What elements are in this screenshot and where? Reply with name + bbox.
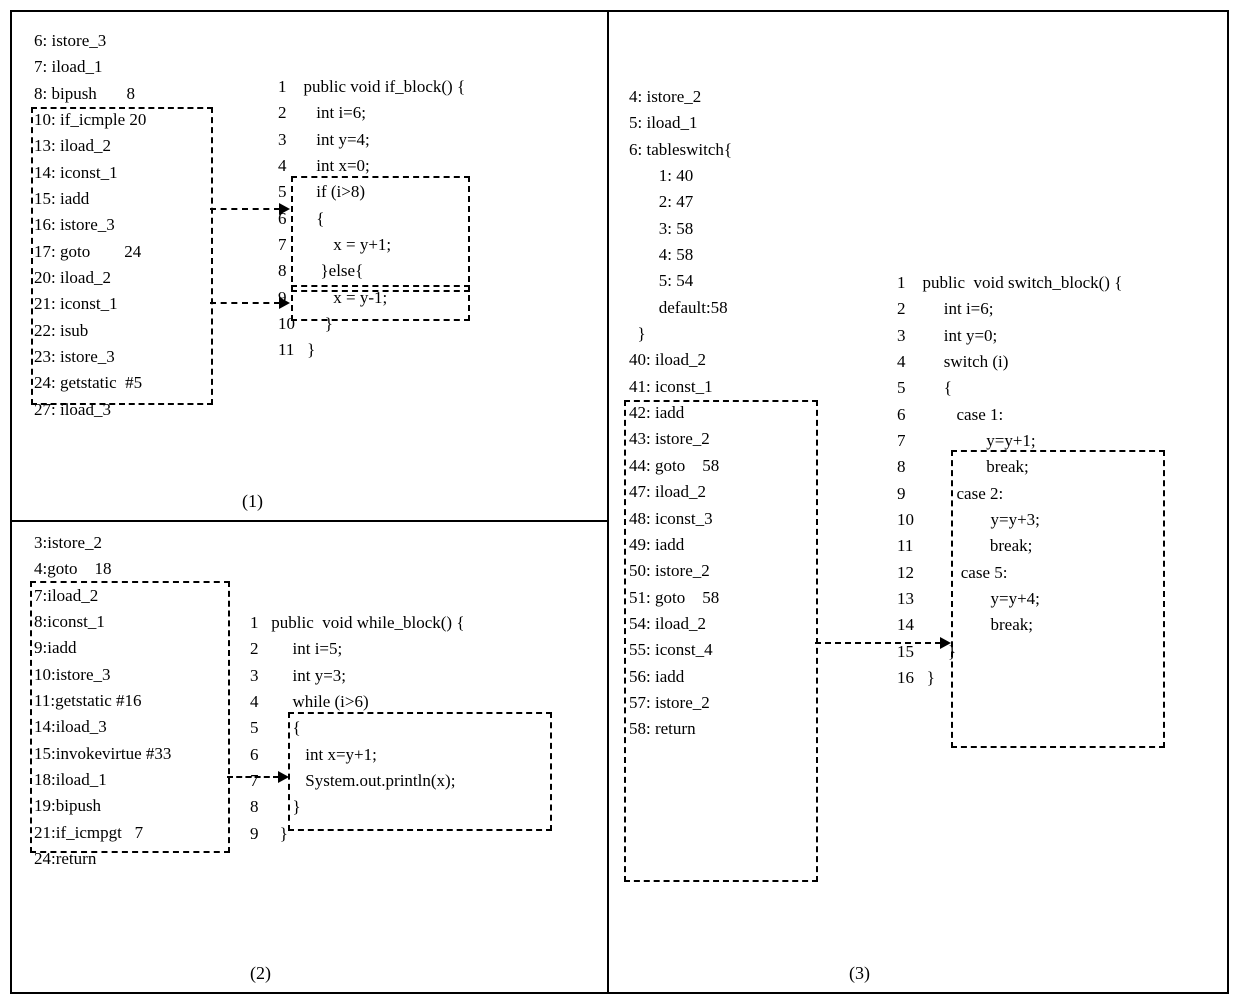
left-column: 6: istore_3 7: iload_1 8: bipush 8 10: i… [12,12,609,992]
panel-2-while-block: 3:istore_2 4:goto 18 7:iload_2 8:iconst_… [12,522,607,992]
panel2-source: 1 public void while_block() { 2 int i=5;… [250,610,464,847]
panel2-caption: (2) [250,963,271,984]
panel3-source: 1 public void switch_block() { 2 int i=6… [897,270,1122,692]
figure-container: 6: istore_3 7: iload_1 8: bipush 8 10: i… [10,10,1229,994]
panel3-caption: (3) [849,963,870,984]
panel1-source: 1 public void if_block() { 2 int i=6; 3 … [278,74,465,364]
panel-3-switch-block: 4: istore_2 5: iload_1 6: tableswitch{ 1… [609,12,1227,992]
panel1-bytecode: 6: istore_3 7: iload_1 8: bipush 8 10: i… [34,28,146,423]
panel-1-if-block: 6: istore_3 7: iload_1 8: bipush 8 10: i… [12,12,607,522]
panel2-bytecode: 3:istore_2 4:goto 18 7:iload_2 8:iconst_… [34,530,171,872]
panel3-bytecode: 4: istore_2 5: iload_1 6: tableswitch{ 1… [629,84,732,743]
panel1-caption: (1) [242,491,263,512]
